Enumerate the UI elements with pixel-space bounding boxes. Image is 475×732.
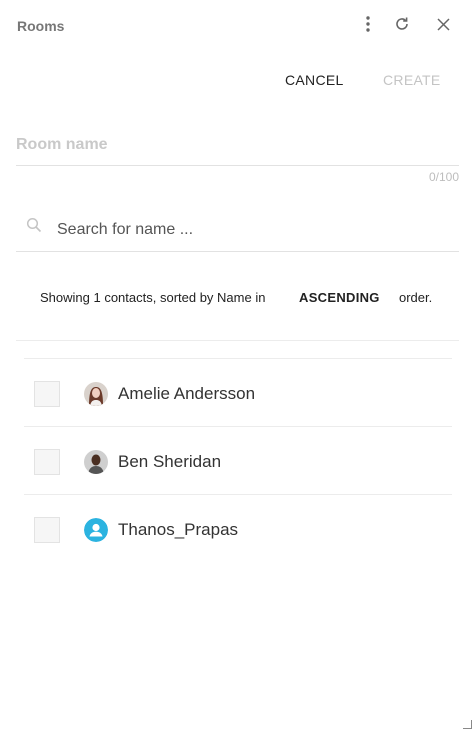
contact-name: Ben Sheridan [118,452,222,471]
sort-order-toggle[interactable]: ASCENDING [299,290,380,305]
close-icon[interactable] [431,12,455,36]
contact-checkbox[interactable] [34,517,60,543]
sort-info-prefix: Showing 1 contacts, sorted by Name in [40,290,266,305]
default-user-icon [84,518,108,542]
refresh-icon[interactable] [390,12,414,36]
contact-checkbox[interactable] [34,381,60,407]
contact-name: Amelie Andersson [118,384,256,403]
sort-info: Showing 1 contacts, sorted by Name in AS… [0,290,475,310]
dialog-title: Rooms [17,18,65,34]
search-icon [26,217,42,238]
room-name-field [16,130,459,166]
contact-checkbox[interactable] [34,449,60,475]
more-vert-icon[interactable] [356,12,380,36]
contact-row[interactable]: Ben Sheridan [24,428,452,495]
search-input[interactable] [55,220,439,240]
avatar [84,450,108,474]
contact-row[interactable]: Amelie Andersson [24,360,452,427]
room-name-input[interactable] [16,130,459,154]
resize-handle[interactable] [463,720,472,729]
create-button[interactable]: CREATE [383,72,441,88]
row-divider [24,426,452,427]
avatar [84,382,108,406]
row-divider [24,494,452,495]
char-counter: 0/100 [428,170,459,184]
sort-info-suffix: order. [399,290,433,305]
divider [16,340,459,341]
contact-name: Thanos_Prapas [118,520,239,539]
search-box [16,210,459,252]
list-top-divider [24,358,452,359]
dialog-header: Rooms [0,0,475,50]
cancel-button[interactable]: CANCEL [285,72,344,88]
contact-row[interactable]: Thanos_Prapas [24,496,452,563]
dialog-actions: CANCEL CREATE [0,72,475,94]
